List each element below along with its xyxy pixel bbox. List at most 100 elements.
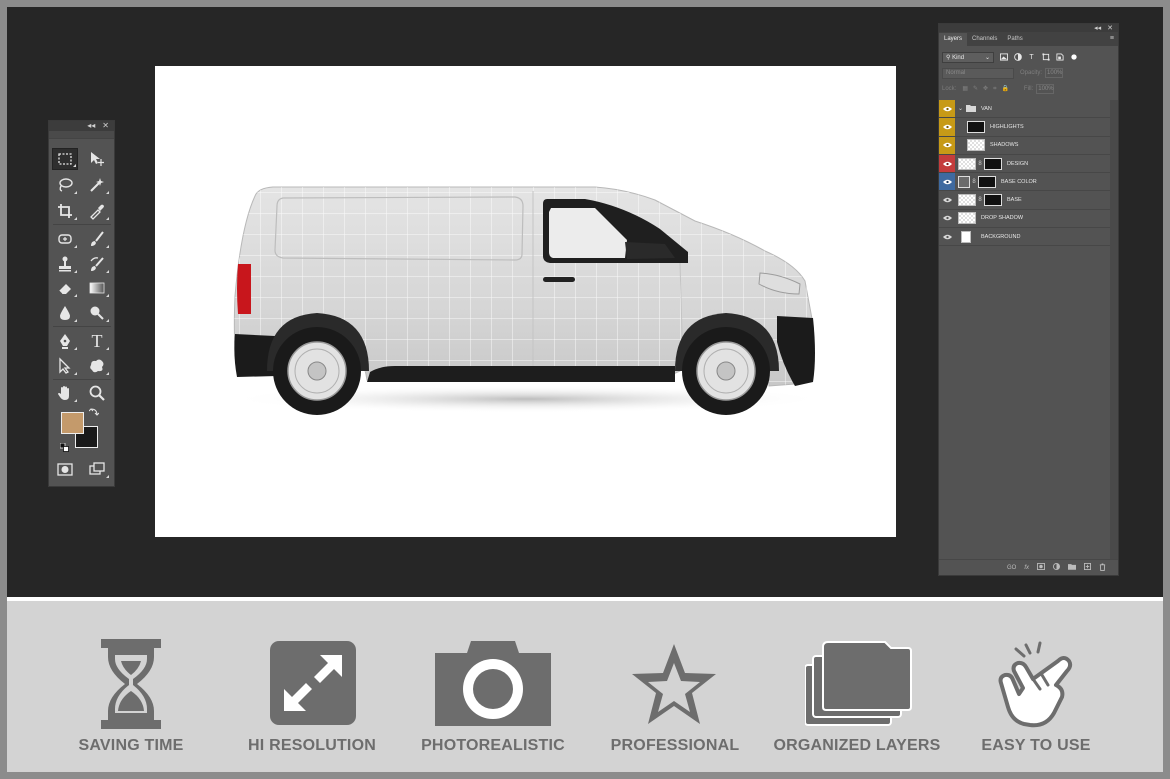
visibility-eye-icon[interactable] — [939, 100, 955, 118]
filter-smart-object-icon[interactable] — [1055, 53, 1064, 62]
visibility-eye-icon[interactable] — [939, 136, 955, 154]
filter-type-icon[interactable]: T — [1027, 53, 1036, 62]
mask-icon[interactable] — [1037, 563, 1045, 572]
layer-row-drop-shadow[interactable]: DROP SHADOW — [939, 210, 1111, 229]
blur-icon[interactable] — [52, 302, 78, 324]
layer-name: DESIGN — [1007, 160, 1029, 167]
visibility-eye-icon[interactable] — [939, 118, 955, 136]
feature-label: ORGANIZED LAYERS — [773, 737, 941, 754]
feature-easy-to-use: EASY TO USE — [946, 601, 1126, 772]
zoom-icon[interactable] — [84, 382, 110, 404]
gradient-icon[interactable] — [84, 277, 110, 299]
tools-panel-grip[interactable] — [49, 131, 114, 139]
layer-row-background[interactable]: BACKGROUND — [939, 228, 1111, 247]
document-canvas[interactable] — [155, 66, 896, 537]
search-icon: ⚲ — [946, 54, 951, 61]
features-band: SAVING TIME HI RESOLUTION PHOTOREALISTIC… — [7, 601, 1163, 772]
panel-menu-icon[interactable]: ≡ — [1110, 35, 1114, 42]
visibility-eye-icon[interactable] — [939, 210, 955, 227]
pen-icon[interactable] — [52, 330, 78, 352]
visibility-eye-icon[interactable] — [939, 173, 955, 191]
feature-professional: PROFESSIONAL — [585, 601, 765, 772]
custom-shape-icon[interactable] — [84, 355, 110, 377]
tab-paths[interactable]: Paths — [1002, 33, 1027, 46]
rectangular-marquee-icon[interactable] — [52, 148, 78, 170]
lock-row: Lock: ▦✎✥⌗🔒 Fill: 100% — [939, 81, 1118, 97]
tools-panel: ◂◂ ✕ T — [48, 120, 115, 487]
crop-icon[interactable] — [52, 200, 78, 222]
collapse-icon[interactable]: ◂◂ — [1094, 24, 1101, 32]
layer-name: SHADOWS — [990, 142, 1019, 149]
layers-scrollbar[interactable] — [1110, 100, 1118, 560]
fx-icon[interactable]: fx — [1024, 565, 1029, 571]
layer-row-base-color[interactable]: 8 BASE COLOR — [939, 173, 1111, 192]
tool-separator — [53, 224, 111, 225]
path-selection-icon[interactable] — [52, 355, 78, 377]
swap-colors-icon[interactable] — [88, 407, 100, 417]
layer-row-shadows[interactable]: SHADOWS — [939, 136, 1111, 155]
chevron-down-icon[interactable]: ⌄ — [958, 105, 966, 112]
tab-layers[interactable]: Layers — [939, 33, 968, 46]
filter-adjustment-icon[interactable] — [1013, 53, 1022, 62]
layer-name: BASE — [1007, 197, 1022, 204]
layer-row-highlights[interactable]: HIGHLIGHTS — [939, 118, 1111, 137]
lasso-icon[interactable] — [52, 174, 78, 196]
lock-icons[interactable]: ▦✎✥⌗🔒 — [962, 85, 1014, 93]
spot-healing-icon[interactable] — [52, 228, 78, 250]
filter-toggle-icon[interactable] — [1069, 53, 1078, 62]
fill-label: Fill: — [1023, 86, 1034, 92]
type-icon[interactable]: T — [84, 330, 110, 352]
default-colors-icon[interactable] — [59, 439, 69, 452]
foreground-color-swatch[interactable] — [61, 412, 84, 434]
layer-thumbnail — [958, 212, 976, 225]
layer-row-design[interactable]: 8 DESIGN — [939, 154, 1111, 174]
feature-saving-time: SAVING TIME — [41, 601, 221, 772]
magic-wand-icon[interactable] — [84, 174, 110, 196]
blend-mode-select[interactable]: Normal — [942, 67, 1014, 79]
collapse-icon[interactable]: ◂◂ — [87, 121, 95, 131]
link-icon: 8 — [978, 160, 982, 167]
layers-panel: ◂◂ ✕ Layers Channels Paths ≡ ⚲ Kind ⌄ T … — [938, 23, 1119, 576]
link-icon: 8 — [972, 178, 976, 185]
layer-row-base[interactable]: 8 BASE — [939, 191, 1111, 210]
visibility-eye-icon[interactable] — [939, 154, 955, 173]
layer-row-van[interactable]: ⌄ VAN — [939, 100, 1111, 119]
close-icon[interactable]: ✕ — [1107, 24, 1113, 32]
layer-thumbnail — [967, 120, 985, 133]
eraser-icon[interactable] — [52, 277, 78, 299]
close-icon[interactable]: ✕ — [102, 121, 109, 131]
clone-stamp-icon[interactable] — [52, 253, 78, 275]
fill-field[interactable]: 100% — [1036, 84, 1055, 94]
link-icon: 8 — [978, 197, 982, 204]
new-layer-icon[interactable] — [1084, 563, 1091, 572]
stacked-folders-icon — [805, 641, 912, 726]
feature-photorealistic: PHOTOREALISTIC — [403, 601, 583, 772]
layer-name: HIGHLIGHTS — [990, 123, 1024, 130]
adjustment-icon[interactable] — [1053, 563, 1060, 572]
link-icon[interactable]: GO — [1007, 565, 1016, 571]
feature-label: HI RESOLUTION — [248, 737, 376, 754]
history-brush-icon[interactable] — [84, 253, 110, 275]
visibility-eye-icon[interactable] — [939, 228, 955, 245]
feature-label: PHOTOREALISTIC — [421, 737, 565, 754]
expand-arrows-icon — [270, 641, 356, 725]
filter-shape-icon[interactable] — [1041, 53, 1050, 62]
van-mockup-image — [227, 186, 827, 415]
dodge-icon[interactable] — [84, 302, 110, 324]
screen-mode-icon[interactable] — [84, 458, 110, 480]
hand-icon[interactable] — [52, 382, 78, 404]
brush-icon[interactable] — [84, 228, 110, 250]
trash-icon[interactable] — [1099, 563, 1106, 573]
tools-panel-titlebar: ◂◂ ✕ — [49, 121, 114, 131]
opacity-field[interactable]: 100% — [1045, 68, 1064, 78]
visibility-eye-icon[interactable] — [939, 191, 955, 208]
quick-mask-icon[interactable] — [52, 458, 78, 480]
eyedropper-icon[interactable] — [84, 200, 110, 222]
move-icon[interactable] — [84, 148, 110, 170]
filter-kind-select[interactable]: ⚲ Kind ⌄ — [942, 51, 994, 63]
tab-channels[interactable]: Channels — [967, 33, 1002, 46]
folder-icon[interactable] — [1068, 563, 1076, 572]
camera-icon — [435, 641, 551, 726]
filter-pixel-icon[interactable] — [999, 53, 1008, 62]
tap-hand-icon — [998, 641, 1073, 728]
